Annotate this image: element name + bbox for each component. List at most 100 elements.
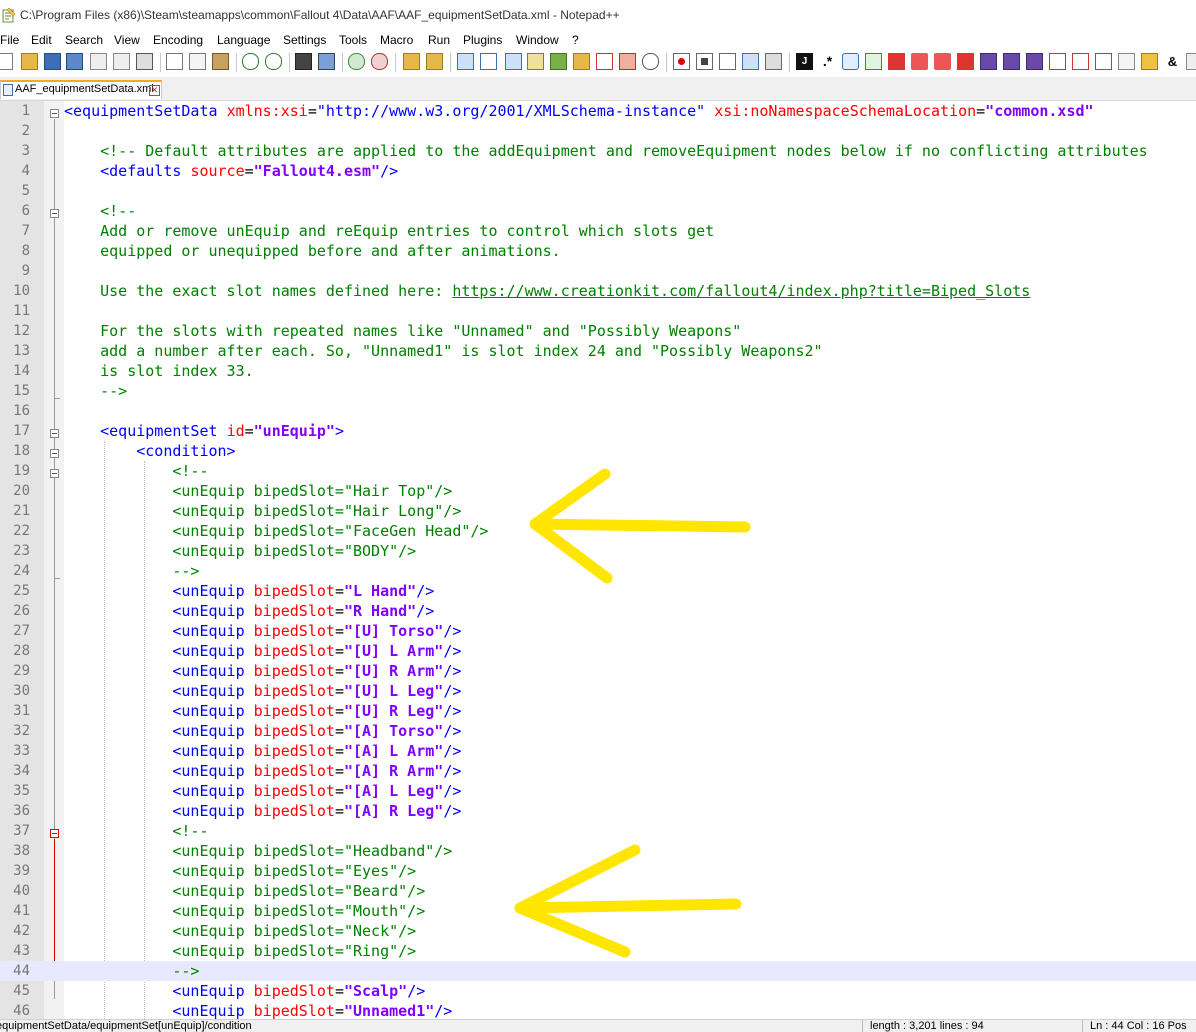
code-text[interactable]: <unEquip bipedSlot="[A] L Leg"/> — [64, 783, 461, 799]
code-line[interactable]: 10 Use the exact slot names defined here… — [0, 281, 1196, 301]
code-line[interactable]: 9 — [0, 261, 1196, 281]
menu-settings[interactable]: Settings — [283, 33, 326, 47]
code-line[interactable]: 29 <unEquip bipedSlot="[U] R Arm"/> — [0, 661, 1196, 681]
new-file-icon[interactable] — [0, 53, 13, 70]
code-text[interactable]: <unEquip bipedSlot="R Hand"/> — [64, 603, 434, 619]
menu-view[interactable]: View — [114, 33, 140, 47]
udl-icon[interactable] — [527, 53, 544, 70]
code-line[interactable]: 34 <unEquip bipedSlot="[A] R Arm"/> — [0, 761, 1196, 781]
code-line[interactable]: 23 <unEquip bipedSlot="BODY"/> — [0, 541, 1196, 561]
more-icon[interactable] — [1186, 53, 1196, 70]
code-line[interactable]: 11 — [0, 301, 1196, 321]
code-text[interactable]: <unEquip bipedSlot="Mouth"/> — [64, 903, 425, 919]
code-text[interactable]: --> — [64, 563, 199, 579]
record-macro-icon[interactable] — [673, 53, 690, 70]
code-line[interactable]: 22 <unEquip bipedSlot="FaceGen Head"/> — [0, 521, 1196, 541]
code-line[interactable]: 1 <equipmentSetData xmlns:xsi="http://www… — [0, 101, 1196, 121]
code-line[interactable]: 32 <unEquip bipedSlot="[A] Torso"/> — [0, 721, 1196, 741]
code-line[interactable]: 43 <unEquip bipedSlot="Ring"/> — [0, 941, 1196, 961]
undo-icon[interactable] — [242, 53, 259, 70]
code-text[interactable]: <unEquip bipedSlot="Hair Top"/> — [64, 483, 452, 499]
code-line[interactable]: 5 — [0, 181, 1196, 201]
code-line[interactable]: 24 --> — [0, 561, 1196, 581]
sparkle-icon[interactable] — [1141, 53, 1158, 70]
code-text[interactable]: <unEquip bipedSlot="[U] R Leg"/> — [64, 703, 461, 719]
code-text[interactable]: <unEquip bipedSlot="[U] Torso"/> — [64, 623, 461, 639]
code-text[interactable]: <unEquip bipedSlot="Unnamed1"/> — [64, 1003, 452, 1019]
code-line[interactable]: 40 <unEquip bipedSlot="Beard"/> — [0, 881, 1196, 901]
code-line[interactable]: 36 <unEquip bipedSlot="[A] R Leg"/> — [0, 801, 1196, 821]
menu-encoding[interactable]: Encoding — [153, 33, 203, 47]
code-text[interactable]: <unEquip bipedSlot="[U] R Arm"/> — [64, 663, 461, 679]
code-text[interactable]: <condition> — [64, 443, 235, 459]
folder-workspace-icon[interactable] — [596, 53, 613, 70]
code-text[interactable]: <unEquip bipedSlot="Headband"/> — [64, 843, 452, 859]
menu-help[interactable]: ? — [572, 33, 579, 47]
code-text[interactable]: <unEquip bipedSlot="[A] R Arm"/> — [64, 763, 461, 779]
document-icon[interactable] — [1072, 53, 1089, 70]
document-list-icon[interactable] — [1095, 53, 1112, 70]
code-text[interactable]: <!-- Default attributes are applied to t… — [64, 143, 1148, 159]
check-icon[interactable] — [865, 53, 882, 70]
menu-window[interactable]: Window — [516, 33, 559, 47]
save-all-icon[interactable] — [66, 53, 83, 70]
stop-macro-icon[interactable] — [696, 53, 713, 70]
copy-icon[interactable] — [189, 53, 206, 70]
xml-tools-icon[interactable] — [842, 53, 859, 70]
menu-language[interactable]: Language — [217, 33, 270, 47]
open-folder-icon[interactable] — [21, 53, 38, 70]
code-line[interactable]: 28 <unEquip bipedSlot="[U] L Arm"/> — [0, 641, 1196, 661]
code-text[interactable]: <unEquip bipedSlot="BODY"/> — [64, 543, 416, 559]
code-line[interactable]: 21 <unEquip bipedSlot="Hair Long"/> — [0, 501, 1196, 521]
code-text[interactable]: <equipmentSet id="unEquip"> — [64, 423, 344, 439]
code-line[interactable]: 30 <unEquip bipedSlot="[U] L Leg"/> — [0, 681, 1196, 701]
code-line[interactable]: 13 add a number after each. So, "Unnamed… — [0, 341, 1196, 361]
code-line[interactable]: 46 <unEquip bipedSlot="Unnamed1"/> — [0, 1001, 1196, 1019]
function-list-icon[interactable] — [573, 53, 590, 70]
print-icon[interactable] — [136, 53, 153, 70]
find-icon[interactable] — [295, 53, 312, 70]
first-icon[interactable] — [888, 53, 905, 70]
compare-icon[interactable] — [980, 53, 997, 70]
play-macro-icon[interactable] — [719, 53, 736, 70]
sync-vertical-icon[interactable] — [403, 53, 420, 70]
code-text[interactable]: <!-- — [64, 463, 208, 479]
run-macro-multiple-icon[interactable] — [742, 53, 759, 70]
clear-compare-icon[interactable] — [1049, 53, 1066, 70]
cut-icon[interactable] — [166, 53, 183, 70]
code-line[interactable]: 38 <unEquip bipedSlot="Headband"/> — [0, 841, 1196, 861]
code-editor[interactable]: 1 <equipmentSetData xmlns:xsi="http://www… — [0, 101, 1196, 1019]
code-line[interactable]: 3 <!-- Default attributes are applied to… — [0, 141, 1196, 161]
code-line[interactable]: 41 <unEquip bipedSlot="Mouth"/> — [0, 901, 1196, 921]
code-text[interactable]: <unEquip bipedSlot="Scalp"/> — [64, 983, 425, 999]
paste-icon[interactable] — [212, 53, 229, 70]
folder-icon[interactable] — [619, 53, 636, 70]
tab-aaf-equipmentsetdata[interactable]: AAF_equipmentSetData.xml ✕ — [0, 80, 162, 99]
code-line[interactable]: 26 <unEquip bipedSlot="R Hand"/> — [0, 601, 1196, 621]
menu-edit[interactable]: Edit — [31, 33, 52, 47]
save-macro-icon[interactable] — [765, 53, 782, 70]
code-line[interactable]: 31 <unEquip bipedSlot="[U] R Leg"/> — [0, 701, 1196, 721]
zoom-in-icon[interactable] — [348, 53, 365, 70]
code-text[interactable]: <unEquip bipedSlot="[A] Torso"/> — [64, 723, 461, 739]
menu-search[interactable]: Search — [65, 33, 103, 47]
zoom-out-icon[interactable] — [371, 53, 388, 70]
prev-icon[interactable] — [911, 53, 928, 70]
search-doc-icon[interactable] — [1118, 53, 1135, 70]
compare-prev-icon[interactable] — [1026, 53, 1043, 70]
code-text[interactable]: <unEquip bipedSlot="[U] L Leg"/> — [64, 683, 461, 699]
code-line[interactable]: 12 For the slots with repeated names lik… — [0, 321, 1196, 341]
menu-macro[interactable]: Macro — [380, 33, 413, 47]
code-text[interactable]: <unEquip bipedSlot="Hair Long"/> — [64, 503, 461, 519]
close-file-icon[interactable] — [90, 53, 107, 70]
save-icon[interactable] — [44, 53, 61, 70]
code-line[interactable]: 37 <!-- — [0, 821, 1196, 841]
sync-horizontal-icon[interactable] — [426, 53, 443, 70]
code-text[interactable]: --> — [64, 383, 127, 399]
code-line[interactable]: 25 <unEquip bipedSlot="L Hand"/> — [0, 581, 1196, 601]
code-text[interactable]: <unEquip bipedSlot="[A] R Leg"/> — [64, 803, 461, 819]
code-line[interactable]: 2 — [0, 121, 1196, 141]
code-text[interactable]: --> — [64, 963, 199, 979]
code-text[interactable]: For the slots with repeated names like "… — [64, 323, 741, 339]
code-line[interactable]: 15 --> — [0, 381, 1196, 401]
